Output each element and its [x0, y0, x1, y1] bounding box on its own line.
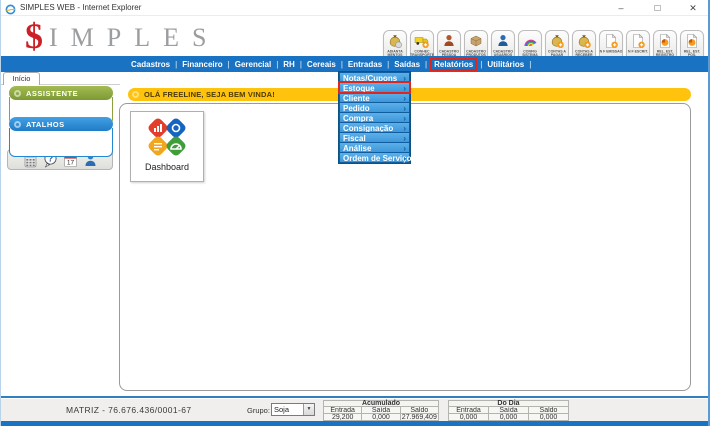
menu-item-saidas[interactable]: Saídas: [392, 59, 422, 70]
value-cell: 0,000: [488, 413, 529, 421]
window-close-button[interactable]: ✕: [686, 0, 700, 16]
menu-separator: |: [276, 60, 278, 69]
welcome-text: OLÁ FREELINE, SEJA BEM VINDA!: [144, 90, 275, 99]
assistente-label: ASSISTENTE: [26, 89, 78, 98]
maximize-icon: [654, 5, 661, 11]
dashboard-icon: [145, 116, 189, 160]
window-minimize-button[interactable]: –: [614, 0, 628, 16]
window-title: SIMPLES WEB - Internet Explorer: [20, 3, 141, 12]
atalhos-label: ATALHOS: [26, 120, 65, 129]
menu-separator: |: [425, 60, 427, 69]
accumulated-totals-table: AcumuladoEntradaSaídaSaldo29,2000,00027.…: [323, 400, 439, 421]
header-band: $ IMPLES ADIANTA MENTOSCONHEC TRANSPORTE…: [1, 16, 708, 56]
dashboard-shortcut[interactable]: Dashboard: [130, 111, 204, 182]
doc-pie-icon: [657, 33, 673, 49]
value-cell: 27.969,409: [400, 413, 439, 421]
toolbar-button-label: N F EMISSÃO: [599, 50, 623, 54]
svg-text:17: 17: [66, 159, 74, 166]
menu-item-entradas[interactable]: Entradas: [346, 59, 384, 70]
collapse-dot-icon: [14, 90, 21, 97]
menu-item-cereais[interactable]: Cereais: [305, 59, 338, 70]
menu-item-relatorios[interactable]: Relatórios: [430, 58, 477, 71]
doc-plus-icon: [630, 33, 646, 49]
doc-pie-icon: [684, 33, 700, 49]
submenu-arrow-icon: ›: [403, 84, 406, 93]
table-value-row: 29,2000,00027.969,409: [323, 413, 439, 421]
doc-plus-icon: [603, 33, 619, 49]
value-cell: 0,000: [528, 413, 569, 421]
logo-text: IMPLES: [49, 23, 219, 53]
title-bar: SIMPLES WEB - Internet Explorer –✕: [1, 0, 708, 16]
logo-dollar-icon: $: [25, 18, 43, 54]
tab-inicio[interactable]: Início: [3, 72, 40, 85]
menu-separator: |: [529, 60, 531, 69]
menu-separator: |: [341, 60, 343, 69]
status-bar: MATRIZ - 76.676.436/0001-67 Grupo: Soja …: [1, 398, 708, 421]
internet-explorer-icon: [5, 2, 16, 13]
menu-separator: |: [387, 60, 389, 69]
money-bag-plus-icon: [549, 33, 565, 49]
atalhos-header[interactable]: ATALHOS: [9, 117, 113, 131]
menu-separator: |: [175, 60, 177, 69]
dropdown-item-ordemdeservico[interactable]: Ordem de Serviço›: [339, 152, 410, 163]
menu-separator: |: [228, 60, 230, 69]
group-select[interactable]: Soja ▼: [271, 403, 315, 416]
relatorios-dropdown-menu: Notas/Cupons›Estoque›Cliente›Pedido›Comp…: [338, 71, 411, 164]
chevron-down-icon[interactable]: ▼: [303, 404, 314, 415]
daily-totals-table: Do DiaEntradaSaídaSaldo0,0000,0000,000: [448, 400, 569, 421]
sidebar-panel-atalhos: ATALHOS: [9, 117, 113, 157]
window-maximize-button[interactable]: [650, 0, 664, 16]
assistente-header[interactable]: ASSISTENTE: [9, 86, 113, 100]
group-select-value: Soja: [272, 404, 303, 415]
app-window: SIMPLES WEB - Internet Explorer –✕ $ IMP…: [0, 0, 710, 426]
menu-item-utilitarios[interactable]: Utilitários: [485, 59, 526, 70]
menu-separator: |: [480, 60, 482, 69]
app-logo: $ IMPLES: [25, 16, 219, 56]
menu-separator: |: [300, 60, 302, 69]
submenu-arrow-icon: ›: [403, 154, 406, 163]
atalhos-body: [9, 128, 113, 157]
truck-plus-icon: [414, 33, 430, 49]
money-bag-coin-icon: [387, 33, 403, 49]
window-bottom-border: [1, 421, 708, 426]
collapse-dot-icon: [14, 121, 21, 128]
window-controls: –✕: [614, 0, 700, 16]
value-cell: 29,200: [323, 413, 362, 421]
table-value-row: 0,0000,0000,000: [448, 413, 569, 421]
dropdown-item-estoque[interactable]: Estoque›: [339, 82, 410, 93]
menu-bar: Cadastros|Financeiro|Gerencial|RH|Cereai…: [1, 56, 708, 72]
group-label: Grupo:: [247, 406, 270, 415]
menu-item-rh[interactable]: RH: [281, 59, 297, 70]
money-bag-plus-icon: [576, 33, 592, 49]
company-identifier: MATRIZ - 76.676.436/0001-67: [66, 405, 191, 415]
menu-item-financeiro[interactable]: Financeiro: [180, 59, 224, 70]
rainbow-icon: [522, 33, 538, 49]
value-cell: 0,000: [448, 413, 489, 421]
products-box-icon: [468, 33, 484, 49]
users-icon: [495, 33, 511, 49]
dashboard-label: Dashboard: [145, 162, 189, 172]
toolbar-button-label: N F ESCRIT.: [626, 50, 650, 54]
value-cell: 0,000: [361, 413, 400, 421]
banner-dot-icon: [132, 91, 139, 98]
person-icon: [441, 33, 457, 49]
menu-item-cadastros[interactable]: Cadastros: [129, 59, 172, 70]
menu-item-gerencial[interactable]: Gerencial: [233, 59, 273, 70]
